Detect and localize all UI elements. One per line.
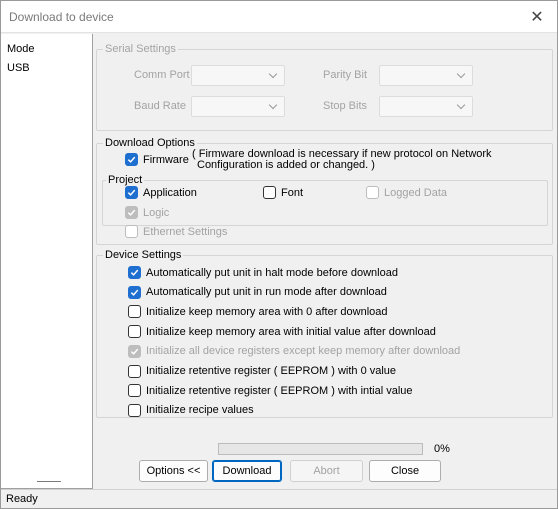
device-setting-label: Initialize keep memory area with initial… <box>146 325 436 338</box>
firmware-checkbox[interactable]: Firmware <box>125 153 189 166</box>
application-checkbox[interactable]: Application <box>125 186 197 199</box>
logged-data-label: Logged Data <box>384 186 447 199</box>
checkbox-icon <box>128 305 141 319</box>
sidebar-item-usb[interactable]: USB <box>7 62 30 74</box>
firmware-note-line2: Configuration is added or changed. ) <box>197 159 375 171</box>
chevron-down-icon <box>456 100 466 110</box>
chevron-down-icon <box>268 100 278 110</box>
device-setting-label: Initialize retentive register ( EEPROM )… <box>146 384 413 397</box>
device-setting-label: Automatically put unit in halt mode befo… <box>146 266 398 279</box>
checkbox-icon <box>128 325 141 339</box>
checkbox-icon <box>263 186 276 199</box>
window-title: Download to device <box>9 10 114 24</box>
options-button[interactable]: Options << <box>139 460 208 482</box>
download-dialog: Download to device ✕ Mode USB Serial Set… <box>0 0 558 509</box>
mode-sidebar: Mode USB <box>1 34 93 489</box>
baud-rate-select[interactable] <box>191 96 285 117</box>
device-setting-checkbox[interactable]: Initialize retentive register ( EEPROM )… <box>128 384 413 398</box>
status-text: Ready <box>6 493 38 505</box>
stop-bits-select[interactable] <box>379 96 473 117</box>
checkbox-icon <box>128 266 141 279</box>
checkbox-icon <box>125 153 138 166</box>
device-setting-checkbox[interactable]: Initialize retentive register ( EEPROM )… <box>128 364 397 378</box>
checkbox-icon <box>366 186 379 199</box>
parity-bit-select[interactable] <box>379 65 473 86</box>
application-label: Application <box>143 186 197 199</box>
chevron-down-icon <box>268 69 278 79</box>
baud-rate-label: Baud Rate <box>134 100 186 112</box>
device-setting-checkbox[interactable]: Automatically put unit in halt mode befo… <box>128 266 398 279</box>
comm-port-select[interactable] <box>191 65 285 86</box>
checkbox-icon <box>128 384 141 398</box>
ethernet-settings-label: Ethernet Settings <box>143 225 228 238</box>
checkbox-icon <box>125 186 138 199</box>
checkbox-icon <box>128 344 141 358</box>
checkbox-icon <box>128 285 141 299</box>
device-setting-checkbox[interactable]: Initialize recipe values <box>128 403 254 417</box>
serial-settings-title: Serial Settings <box>103 43 178 55</box>
parity-bit-label: Parity Bit <box>323 69 368 81</box>
checkbox-icon <box>128 364 141 378</box>
progress-percent: 0% <box>434 443 450 455</box>
font-label: Font <box>281 186 304 199</box>
chevron-down-icon <box>456 69 466 79</box>
device-setting-checkbox[interactable]: Initialize all device registers except k… <box>128 344 461 358</box>
device-setting-checkbox[interactable]: Initialize keep memory area with 0 after… <box>128 305 388 319</box>
download-options-title: Download Options <box>103 137 197 149</box>
status-bar: Ready <box>1 489 557 508</box>
title-bar: Download to device ✕ <box>1 1 557 33</box>
firmware-label: Firmware <box>143 153 189 166</box>
sidebar-item-mode[interactable]: Mode <box>7 43 35 55</box>
download-button[interactable]: Download <box>212 460 282 482</box>
checkbox-icon <box>125 225 138 238</box>
device-setting-label: Initialize retentive register ( EEPROM )… <box>146 365 397 377</box>
checkbox-icon <box>125 206 138 219</box>
logged-data-checkbox[interactable]: Logged Data <box>366 186 447 199</box>
close-icon[interactable]: ✕ <box>517 1 557 33</box>
project-title: Project <box>106 174 145 186</box>
ethernet-settings-checkbox[interactable]: Ethernet Settings <box>125 225 227 238</box>
device-setting-label: Initialize recipe values <box>146 404 254 417</box>
sidebar-splitter[interactable] <box>37 481 61 482</box>
abort-button[interactable]: Abort <box>290 460 363 482</box>
download-progress-bar <box>218 443 423 455</box>
logic-label: Logic <box>143 206 170 219</box>
comm-port-label: Comm Port <box>134 69 190 81</box>
logic-checkbox[interactable]: Logic <box>125 206 169 219</box>
device-setting-checkbox[interactable]: Initialize keep memory area with initial… <box>128 325 436 339</box>
device-settings-title: Device Settings <box>103 249 184 261</box>
device-setting-label: Initialize keep memory area with 0 after… <box>146 305 388 318</box>
close-button[interactable]: Close <box>369 460 441 482</box>
checkbox-icon <box>128 403 141 417</box>
device-setting-label: Initialize all device registers except k… <box>146 345 461 358</box>
font-checkbox[interactable]: Font <box>263 186 303 199</box>
device-setting-checkbox[interactable]: Automatically put unit in run mode after… <box>128 285 387 299</box>
stop-bits-label: Stop Bits <box>323 100 368 112</box>
serial-settings-group: Serial Settings <box>96 43 553 131</box>
device-setting-label: Automatically put unit in run mode after… <box>146 286 387 299</box>
